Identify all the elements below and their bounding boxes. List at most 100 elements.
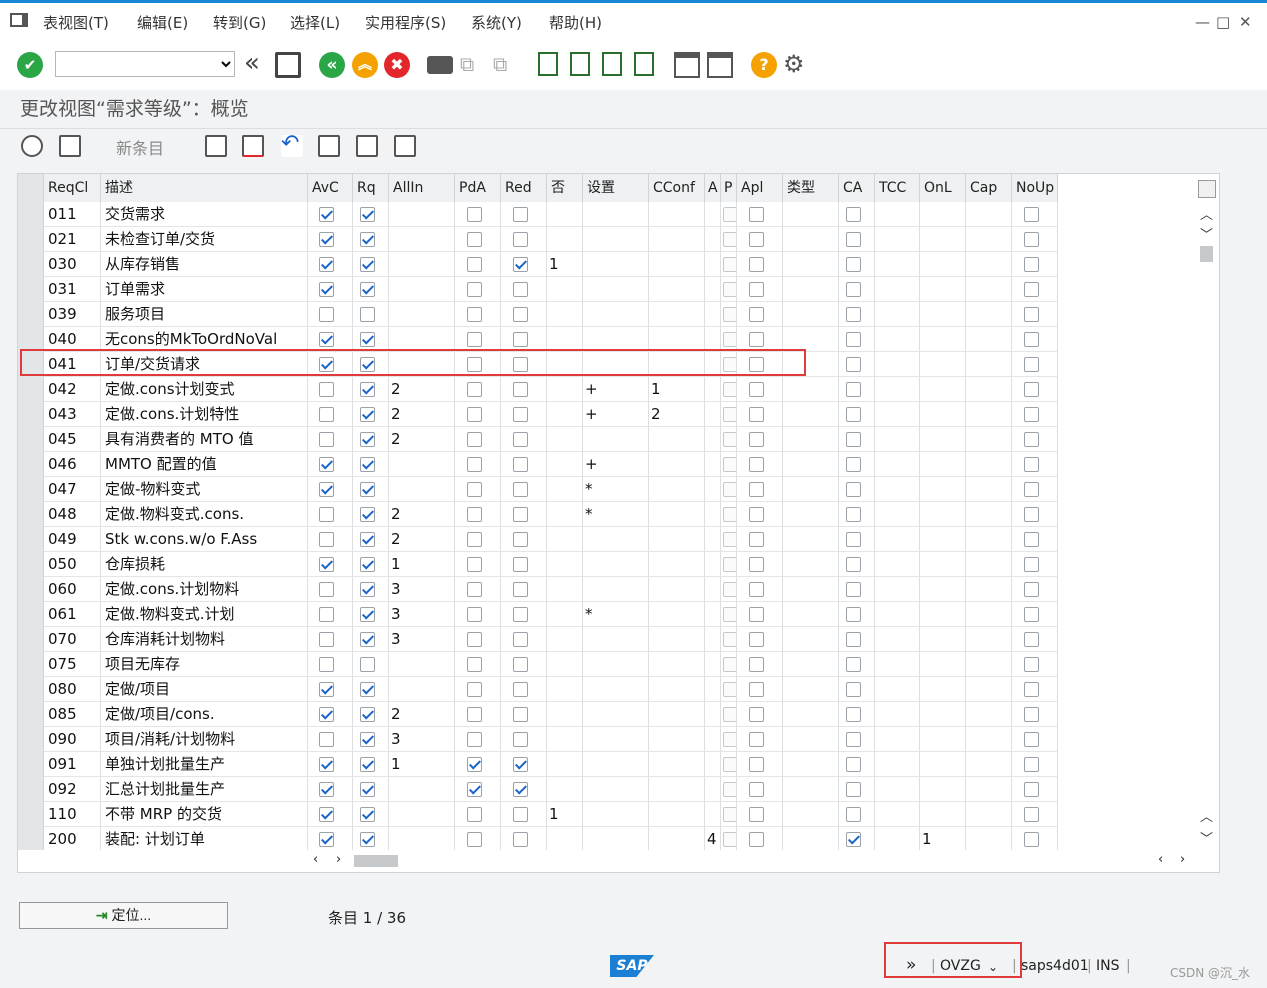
cell-cap[interactable] [966,602,1012,627]
cell-allin[interactable] [389,677,455,702]
checkbox-p[interactable] [723,232,736,247]
cell-no[interactable] [547,702,583,727]
checkbox-noup[interactable] [1024,232,1039,247]
cell-no[interactable] [547,502,583,527]
cell-allin[interactable]: 1 [389,552,455,577]
cell-desc[interactable]: 定做.物料变式.cons. [101,502,308,527]
cell-desc[interactable]: 定做/项目/cons. [101,702,308,727]
checkbox-pda[interactable] [467,657,482,672]
cell-set[interactable]: + [583,452,649,477]
col-header-settings[interactable]: 设置 [583,174,649,202]
checkbox-rq[interactable] [360,232,375,247]
cell-type[interactable] [783,377,839,402]
cell-set[interactable]: * [583,502,649,527]
cell-desc[interactable]: 未检查订单/交货 [101,227,308,252]
cell-no[interactable] [547,477,583,502]
checkbox-apl[interactable] [749,382,764,397]
cell-type[interactable] [783,777,839,802]
checkbox-p[interactable] [723,607,736,622]
checkbox-pda[interactable] [467,507,482,522]
cell-set[interactable] [583,752,649,777]
row-selector[interactable] [18,577,44,602]
cell-onl[interactable] [920,577,966,602]
checkbox-rq[interactable] [360,582,375,597]
col-header-no[interactable]: 否 [547,174,583,202]
cell-tcc[interactable] [875,552,920,577]
checkbox-red[interactable] [513,432,528,447]
checkbox-avc[interactable] [319,757,334,772]
cell-allin[interactable]: 2 [389,402,455,427]
checkbox-p[interactable] [723,757,736,772]
cell-onl[interactable] [920,627,966,652]
checkbox-apl[interactable] [749,282,764,297]
cell-cap[interactable] [966,527,1012,552]
cell-no[interactable] [547,602,583,627]
menu-table-view[interactable]: 表视图(T) [43,12,109,33]
cell-onl[interactable] [920,377,966,402]
cell-no[interactable] [547,677,583,702]
cell-cap[interactable] [966,752,1012,777]
checkbox-rq[interactable] [360,282,375,297]
checkbox-p[interactable] [723,257,736,272]
checkbox-avc[interactable] [319,732,334,747]
cell-cap[interactable] [966,627,1012,652]
checkbox-ca[interactable] [846,657,861,672]
checkbox-avc[interactable] [319,707,334,722]
cell-desc[interactable]: 定做.cons.计划特性 [101,402,308,427]
cell-type[interactable] [783,252,839,277]
position-button[interactable]: ⇥ 定位... [19,902,228,929]
cell-a[interactable] [705,302,721,327]
checkbox-rq[interactable] [360,207,375,222]
cell-set[interactable] [583,827,649,852]
cell-allin[interactable] [389,227,455,252]
cell-reqcl[interactable]: 061 [44,602,101,627]
checkbox-apl[interactable] [749,582,764,597]
row-selector[interactable] [18,652,44,677]
cell-desc[interactable]: Stk w.cons.w/o F.Ass [101,527,308,552]
next-page-icon[interactable] [602,52,622,76]
cell-allin[interactable]: 3 [389,602,455,627]
cell-onl[interactable] [920,352,966,377]
cell-cap[interactable] [966,777,1012,802]
cell-tcc[interactable] [875,352,920,377]
checkbox-red[interactable] [513,607,528,622]
checkbox-rq[interactable] [360,257,375,272]
checkbox-apl[interactable] [749,482,764,497]
cell-set[interactable] [583,577,649,602]
cell-cconf[interactable] [649,827,705,852]
checkbox-p[interactable] [723,682,736,697]
checkbox-pda[interactable] [467,807,482,822]
checkbox-ca[interactable] [846,832,861,847]
cell-reqcl[interactable]: 070 [44,627,101,652]
checkbox-pda[interactable] [467,782,482,797]
cell-reqcl[interactable]: 080 [44,677,101,702]
col-header-cconf[interactable]: CConf [649,174,705,202]
checkbox-red[interactable] [513,657,528,672]
cell-cap[interactable] [966,577,1012,602]
cell-desc[interactable]: 仓库损耗 [101,552,308,577]
row-selector[interactable] [18,777,44,802]
checkbox-noup[interactable] [1024,407,1039,422]
cell-set[interactable] [583,677,649,702]
checkbox-ca[interactable] [846,782,861,797]
cell-tcc[interactable] [875,452,920,477]
col-header-avc[interactable]: AvC [308,174,353,202]
checkbox-p[interactable] [723,407,736,422]
checkbox-avc[interactable] [319,482,334,497]
cell-set[interactable] [583,777,649,802]
col-header-apl[interactable]: Apl [737,174,783,202]
checkbox-red[interactable] [513,457,528,472]
cell-set[interactable] [583,227,649,252]
cell-type[interactable] [783,477,839,502]
checkbox-pda[interactable] [467,582,482,597]
cell-a[interactable] [705,227,721,252]
checkbox-ca[interactable] [846,607,861,622]
cell-onl[interactable] [920,277,966,302]
cell-reqcl[interactable]: 039 [44,302,101,327]
cell-cap[interactable] [966,652,1012,677]
cell-desc[interactable]: 定做.cons计划变式 [101,377,308,402]
cell-tcc[interactable] [875,327,920,352]
new-entries-button[interactable]: 新条目 [116,135,164,159]
cell-onl[interactable] [920,777,966,802]
cell-cap[interactable] [966,827,1012,852]
